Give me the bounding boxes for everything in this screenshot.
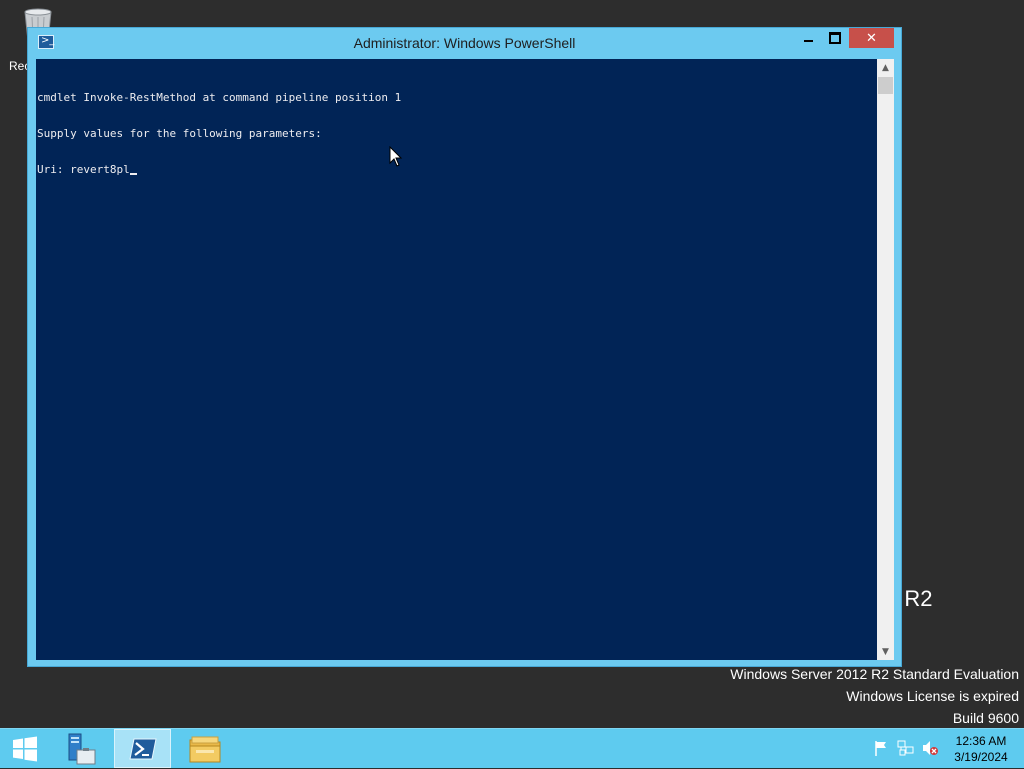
console-input-line[interactable]: Uri: revert8pl (37, 164, 877, 176)
chevron-down-icon: ▼ (882, 646, 889, 657)
chevron-up-icon: ▲ (882, 62, 889, 73)
taskbar: 12:36 AM 3/19/2024 (0, 728, 1024, 768)
text-cursor (129, 173, 137, 175)
powershell-icon (128, 738, 157, 759)
clock-date: 3/19/2024 (954, 750, 1008, 764)
console-line: Supply values for the following paramete… (37, 127, 322, 140)
flag-icon[interactable] (872, 739, 890, 757)
volume-muted-icon[interactable] (921, 739, 939, 757)
clock-time: 12:36 AM (955, 734, 1007, 748)
file-explorer-icon (189, 736, 220, 762)
watermark-build: Build 9600 (952, 710, 1019, 726)
console-line: cmdlet Invoke-RestMethod at command pipe… (37, 91, 402, 104)
window-title: Administrator: Windows PowerShell (353, 35, 576, 51)
watermark-license: Windows License is expired (846, 688, 1019, 704)
taskbar-powershell[interactable] (114, 729, 171, 768)
minimize-button[interactable] (795, 28, 821, 48)
close-icon: ✕ (866, 30, 877, 46)
title-bar[interactable]: >_ Administrator: Windows PowerShell ✕ (28, 28, 901, 59)
close-button[interactable]: ✕ (849, 28, 894, 48)
taskbar-file-explorer[interactable] (176, 729, 233, 768)
maximize-button[interactable] (822, 28, 848, 48)
system-clock[interactable]: 12:36 AM 3/19/2024 (942, 733, 1020, 765)
console-output[interactable]: cmdlet Invoke-RestMethod at command pipe… (36, 59, 877, 660)
server-manager-icon (68, 733, 95, 764)
start-icon (13, 736, 37, 762)
scrollbar-thumb[interactable] (878, 77, 893, 94)
start-button[interactable] (0, 729, 50, 769)
scroll-up-button[interactable]: ▲ (877, 59, 894, 76)
taskbar-server-manager[interactable] (52, 729, 109, 768)
vertical-scrollbar[interactable]: ▲ ▼ (877, 59, 894, 660)
minimize-icon (803, 40, 813, 42)
maximize-icon (829, 32, 841, 44)
network-icon[interactable] (897, 739, 915, 757)
console-prompt-text: Uri: revert8pl (37, 163, 130, 176)
mouse-pointer-icon (389, 146, 403, 167)
powershell-window[interactable]: >_ Administrator: Windows PowerShell ✕ c… (27, 27, 902, 667)
scroll-down-button[interactable]: ▼ (877, 643, 894, 660)
